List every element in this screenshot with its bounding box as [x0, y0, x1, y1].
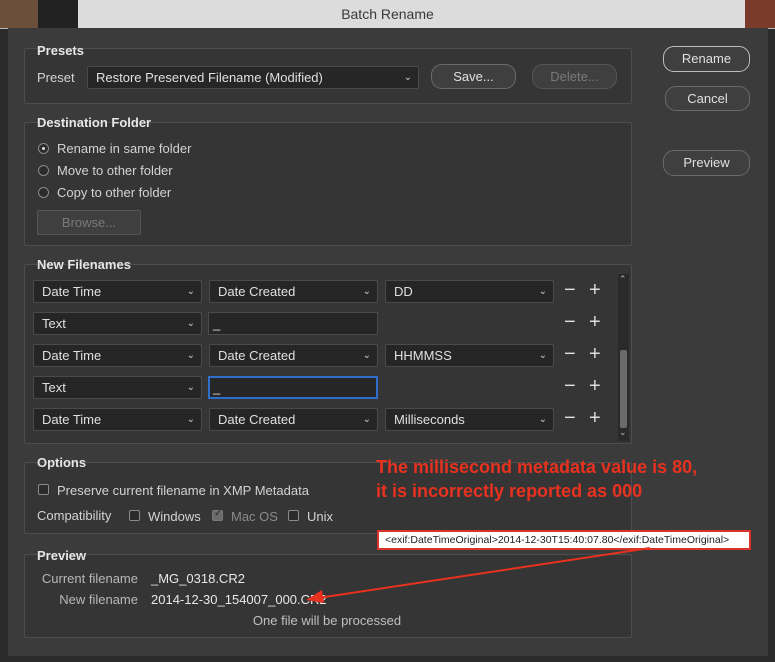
annotation-arrow: [306, 547, 651, 603]
arrow-shaft: [317, 547, 651, 599]
arrow-head-icon: [306, 590, 324, 603]
